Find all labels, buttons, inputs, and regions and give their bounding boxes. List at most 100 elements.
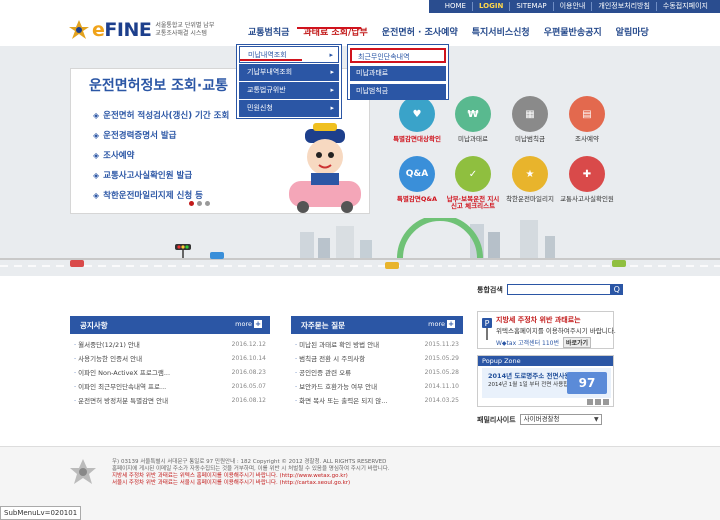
nav-traffic-fine[interactable]: 교통범칙금 [248,25,289,38]
active-nav-underline [297,27,361,29]
road-address-badge: 97 [567,372,607,394]
qna-icon: Q&A [399,156,435,192]
wetax-desc: 위텍스홈페이지를 이용하여주시기 바랍니다. [496,327,616,335]
site-header: eFINE 서울통합교 단위별 납부 교통조사해결 시스템 교통범칙금 과태료 조… [0,13,720,46]
util-guide-link[interactable]: 이용안내 [552,2,592,11]
submenu-unpaid-penalty[interactable]: 미납과태료 [350,66,446,81]
submenu-recent-enforcement[interactable]: 최근무인단속내역 [350,48,446,63]
wetax-banner[interactable]: P 지방세 주정차 위반 과태료는 위텍스홈페이지를 이용하여주시기 바랍니다.… [477,311,616,349]
list-item[interactable]: 이파인 최근무인단속내역 프로...2016.05.07 [70,379,270,393]
svg-text:P: P [485,319,490,328]
list-item[interactable]: 사용기능한 인증서 안내2016.10.14 [70,351,270,365]
banner-next-icon[interactable]: › [362,129,367,143]
pager-dot[interactable] [189,201,194,206]
banner-item[interactable]: ◈ 운전면허 적성검사(갱신) 기간 조회 [93,106,229,126]
pager-dot[interactable] [205,201,210,206]
banner-title: 운전면허정보 조회·교통 [89,78,228,94]
tile-label: 미납과태료 [458,135,488,143]
tile-qna[interactable]: Q&A 특별감면Q&A [388,156,446,203]
active-submenu-underline [240,59,302,61]
tile-special-reduction[interactable]: ♥ 특별감면대상확인 [388,96,446,143]
banner-pager [189,201,213,206]
tile-accident-cert[interactable]: ✚ 교통사고사실확인원 [558,156,616,203]
footer-text: 우) 03139 서울특별시 서대문구 통일로 97 민원안내 : 182 Co… [112,459,390,486]
list-item[interactable]: 월서중단(12/21) 안내2016.12.12 [70,337,270,351]
tile-unpaid-penalty[interactable]: ₩ 미납과태료 [444,96,502,143]
tile-label: 특별감면대상확인 [393,135,441,143]
faq-title: 자주묻는 질문 [301,321,346,330]
family-site: 패밀리사이트 사이버경찰청 [477,414,602,425]
nav-license-reservation[interactable]: 운전면허 · 조사예약 [382,25,458,38]
nav-special-service[interactable]: 특지서비스신청 [472,25,530,38]
popup-pager [585,399,609,405]
wetax-title: 지방세 주정차 위반 과태료는 [496,316,581,324]
faq-header: 자주묻는 질문 more + [291,316,463,334]
checklist-icon: ✓ [455,156,491,192]
notice-more-button[interactable]: more + [235,320,262,328]
tile-reservation[interactable]: ▤ 조사예약 [558,96,616,143]
submenu-unpaid-fine[interactable]: 미납범칙금 [350,84,446,99]
popup-prev-icon[interactable] [587,399,593,405]
tile-label: 납부·보복운전 지시신고 체크리스트 [446,195,500,210]
popup-next-icon[interactable] [603,399,609,405]
plus-icon: + [254,320,262,328]
banner-prev-icon[interactable]: ‹ [74,129,79,143]
notice-panel: 공지사항 more+ 월서중단(12/21) 안내2016.12.12 사용기능… [70,316,270,420]
car-crash-icon: ✚ [569,156,605,192]
banner-item[interactable]: ◈ 운전경력증명서 발급 [93,126,229,146]
submenu-complaint[interactable]: 민원신청 ▸ [239,100,339,117]
arrow-right-icon: ▸ [330,68,334,76]
banner-item[interactable]: ◈ 조사예약 [93,146,229,166]
wetax-go-button[interactable]: 바로가기 [563,337,592,348]
submenu-paid-inquiry[interactable]: 기납부내역조회 ▸ [239,64,339,81]
browser-status-text: SubMenuLv=020101 [0,506,82,520]
util-sitemap-link[interactable]: SITEMAP [509,2,552,11]
family-site-label: 패밀리사이트 [477,415,516,424]
popup-banner[interactable]: 2014년 도로명주소 전면사용 2014년 1월 1일 부터 전면 사용합니다… [482,368,611,398]
arrow-right-icon: ▸ [329,51,333,59]
police-emblem-icon [70,459,96,484]
top-utility-bar: HOME LOGIN SITEMAP 이용안내 개인정보처리방침 수동접지페이지 [0,0,720,13]
popup-pause-icon[interactable] [595,399,601,405]
search-input[interactable] [506,284,611,295]
arrow-right-icon: ▸ [330,104,334,112]
popup-banner-title: 2014년 도로명주소 전면사용 [488,372,571,380]
list-item[interactable]: 공인인증 관련 오류2015.05.28 [291,365,463,379]
star-icon: ★ [512,156,548,192]
brand-name: eFINE [92,19,152,41]
search-label: 통합검색 [477,285,503,294]
tile-label: 착한운전마일리지 [506,195,554,203]
list-item[interactable]: 미납된 과태료 확인 방법 안내2015.11.23 [291,337,463,351]
list-item[interactable]: 운전면허 방정처분 특별감면 안내2016.08.12 [70,393,270,407]
util-privacy-link[interactable]: 개인정보처리방침 [591,2,656,11]
util-login-link[interactable]: LOGIN [471,2,509,11]
tile-mileage[interactable]: ★ 착한운전마일리지 [501,156,559,203]
parking-sign-icon: P [482,318,492,340]
util-manual-link[interactable]: 수동접지페이지 [655,2,714,11]
submenu-violation[interactable]: 교통법규위반 ▸ [239,82,339,99]
popup-zone-title: Popup Zone [478,356,613,366]
plus-icon: + [447,320,455,328]
integrated-search: 통합검색 Q [477,284,623,295]
banner-list: ◈ 운전면허 적성검사(갱신) 기간 조회 ◈ 운전경력증명서 발급 ◈ 조사예약 ◈… [93,106,229,206]
faq-more-button[interactable]: more + [428,320,455,328]
nav-mail-return[interactable]: 우편물반송공지 [544,25,602,38]
utility-links: HOME LOGIN SITEMAP 이용안내 개인정보처리방침 수동접지페이지 [428,0,720,13]
list-item[interactable]: 화면 복사 또는 출력은 되지 않...2014.03.25 [291,393,463,407]
list-item[interactable]: 보안카드 호환가능 여부 안내2014.11.10 [291,379,463,393]
list-item[interactable]: 이파인 Non-ActiveX 프로그램...2016.08.23 [70,365,270,379]
pager-dot[interactable] [197,201,202,206]
list-item[interactable]: 범칙금 전환 시 주의사항2015.05.29 [291,351,463,365]
banner-item[interactable]: ◈ 교통사고사실확인원 발급 [93,166,229,186]
search-icon[interactable]: Q [610,284,623,295]
tile-unpaid-fine[interactable]: ▦ 미납범칙금 [501,96,559,143]
util-home-link[interactable]: HOME [439,2,472,11]
family-site-select[interactable]: 사이버경찰청 [519,414,602,425]
wetax-center: W◆tax 고객센터 110번 바로가기 [496,337,592,348]
nav-notice-board[interactable]: 알림마당 [616,25,649,38]
heart-icon: ♥ [399,96,435,132]
popup-banner-desc: 2014년 1월 1일 부터 전면 사용합니다 [488,382,579,388]
submenu-level1: 미납내역조회 ▸ 기납부내역조회 ▸ 교통법규위반 ▸ 민원신청 ▸ [236,44,342,119]
efine-logo[interactable]: eFINE 서울통합교 단위별 납부 교통조사해결 시스템 [68,19,214,41]
tile-checklist[interactable]: ✓ 납부·보복운전 지시신고 체크리스트 [444,156,502,210]
